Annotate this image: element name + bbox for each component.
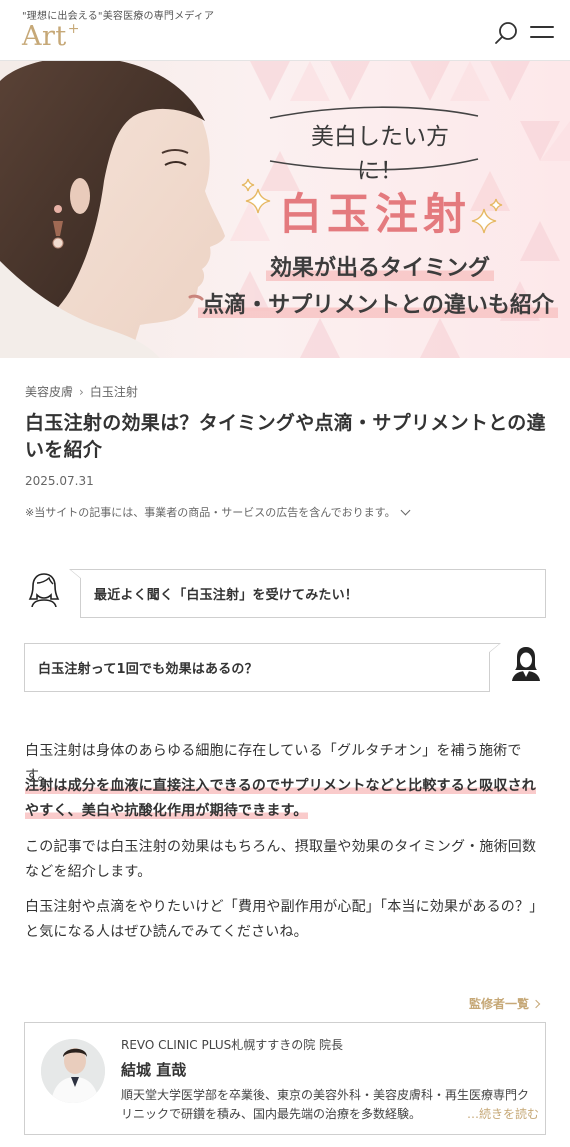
hero-sub-heading: 美白したい方に！: [311, 124, 449, 184]
body-paragraph-4: 白玉注射や点滴をやりたいけど「費用や副作用が心配」「本当に効果があるの？」と気に…: [25, 899, 544, 940]
body-paragraph-2-text: 注射は成分を血液に直接注入できるのでサプリメントなどと比較すると吸収されやすく、…: [25, 778, 536, 819]
woman-avatar-icon: [28, 571, 60, 608]
speech-bubble-2-text: 白玉注射って1回でも効果はあるの？: [38, 662, 258, 677]
logo-text: Art: [22, 21, 67, 52]
hero-banner: 美白したい方に！ 白玉注射 効果が出るタイミング 点滴・サプリメントとの違いも紹…: [0, 61, 570, 358]
supervisor-clinic: REVO CLINIC PLUS札幌すすきの院 院長: [121, 1038, 344, 1052]
ad-disclosure-text: ※当サイトの記事には、事業者の商品・サービスの広告を含んでおります。: [25, 506, 396, 519]
speech-bubble-1: 最近よく聞く「白玉注射」を受けてみたい！: [69, 569, 546, 618]
chevron-right-icon: [531, 999, 541, 1008]
site-tagline: "理想に出会える"美容医療の専門メディア: [22, 11, 215, 22]
hero-main-heading: 白玉注射: [279, 190, 471, 240]
page-title: 白玉注射の効果は？タイミングや点滴・サプリメントとの違いを紹介: [25, 412, 546, 461]
read-more-link[interactable]: …続きを読む: [429, 1105, 539, 1122]
site-header: "理想に出会える"美容医療の専門メディア Art+: [0, 0, 570, 61]
search-button[interactable]: [494, 20, 520, 46]
breadcrumb: 美容皮膚 › 白玉注射: [25, 383, 138, 400]
hero-caption-2-text: 点滴・サプリメントとの違いも紹介: [198, 293, 558, 318]
chevron-right-icon: ›: [79, 384, 84, 399]
site-logo[interactable]: Art+: [22, 21, 80, 52]
search-icon: [495, 22, 517, 44]
supervisor-avatar: [41, 1039, 105, 1103]
body-paragraph-3: この記事では白玉注射の効果はもちろん、摂取量や効果のタイミング・施術回数などを紹…: [25, 839, 537, 880]
speech-bubble-2: 白玉注射って1回でも効果はあるの？: [24, 643, 501, 692]
body-paragraph-2-emphasis: 注射は成分を血液に直接注入できるのでサプリメントなどと比較すると吸収されやすく、…: [25, 774, 547, 824]
hamburger-menu-icon[interactable]: [530, 26, 554, 40]
breadcrumb-category[interactable]: 美容皮膚: [25, 383, 73, 400]
hero-caption-2: 点滴・サプリメントとの違いも紹介: [198, 287, 558, 319]
publish-date: 2025.07.31: [25, 474, 94, 488]
consultant-avatar-icon: [510, 645, 542, 681]
speech-bubble-1-text: 最近よく聞く「白玉注射」を受けてみたい！: [94, 588, 359, 603]
ad-disclosure-toggle[interactable]: ※当サイトの記事には、事業者の商品・サービスの広告を含んでおります。: [25, 504, 411, 520]
chevron-down-icon: [400, 505, 411, 515]
breadcrumb-current[interactable]: 白玉注射: [90, 383, 138, 400]
supervisor-list-link[interactable]: 監修者一覧: [469, 995, 541, 1012]
supervisor-card: REVO CLINIC PLUS札幌すすきの院 院長 結城 直哉 順天堂大学医学…: [24, 1022, 546, 1135]
supervisor-list-link-text: 監修者一覧: [469, 997, 530, 1011]
supervisor-name: 結城 直哉: [121, 1061, 187, 1079]
hero-caption-1-text: 効果が出るタイミング: [265, 256, 494, 281]
hero-caption-1: 効果が出るタイミング: [210, 250, 550, 282]
logo-plus: +: [67, 21, 80, 37]
